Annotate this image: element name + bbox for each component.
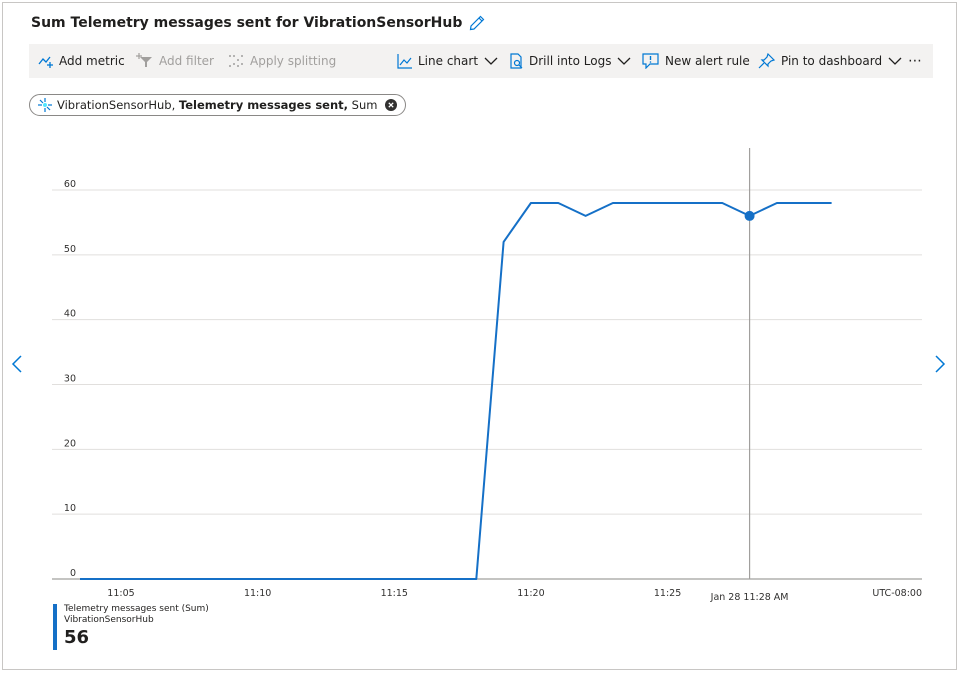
- legend-series-name: Telemetry messages sent (Sum): [64, 604, 209, 614]
- x-tick-label: 11:20: [517, 588, 544, 599]
- x-tick-label: 11:10: [244, 588, 271, 599]
- legend-value: 56: [64, 627, 90, 648]
- x-tick-label: 11:15: [381, 588, 408, 599]
- x-tick-label: 11:25: [654, 588, 681, 599]
- y-tick-label: 50: [64, 244, 76, 255]
- timezone-label: UTC-08:00: [872, 588, 922, 599]
- y-tick-label: 60: [64, 179, 76, 190]
- hover-time-label: Jan 28 11:28 AM: [710, 592, 789, 603]
- y-tick-label: 30: [64, 374, 76, 385]
- legend-resource: VibrationSensorHub: [64, 615, 154, 625]
- series-line: [80, 202, 832, 580]
- line-chart[interactable]: 0 10 20 30 40 50 60 11:05 11:10 11:15 11:20 11:25 UT…: [0, 0, 961, 674]
- y-tick-label: 40: [64, 309, 76, 320]
- y-tick-label: 0: [70, 568, 76, 579]
- y-tick-label: 20: [64, 438, 76, 449]
- chart-legend: Telemetry messages sent (Sum) VibrationS…: [53, 604, 209, 650]
- y-tick-label: 10: [64, 503, 76, 514]
- hover-point-marker: [744, 210, 755, 221]
- x-tick-label: 11:05: [107, 588, 134, 599]
